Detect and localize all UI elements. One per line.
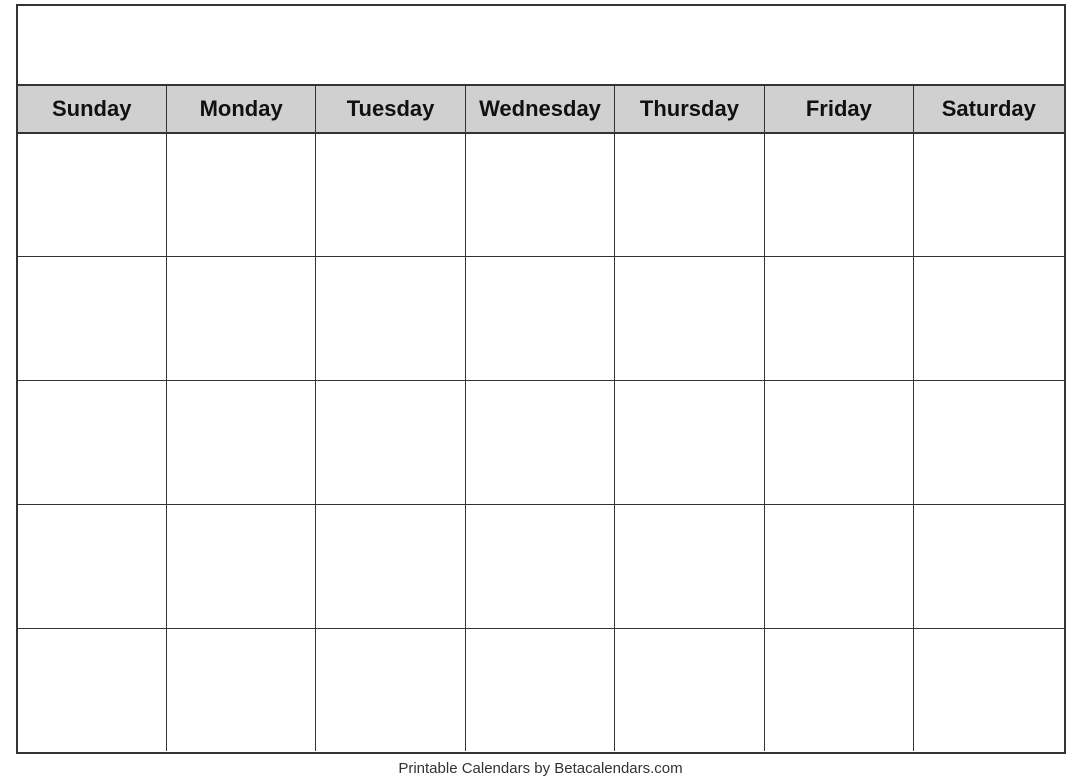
day-cell [914, 381, 1063, 504]
day-cell [615, 629, 764, 752]
day-cell [466, 505, 615, 628]
day-cell [914, 629, 1063, 752]
calendar-footer: Printable Calendars by Betacalendars.com [398, 754, 682, 779]
day-cell [18, 257, 167, 380]
day-cell [466, 381, 615, 504]
day-cell [765, 505, 914, 628]
day-cell [466, 134, 615, 257]
day-header: Saturday [914, 86, 1063, 132]
day-cell [765, 134, 914, 257]
calendar: SundayMondayTuesdayWednesdayThursdayFrid… [16, 4, 1066, 754]
day-cell [18, 134, 167, 257]
day-cell [18, 505, 167, 628]
calendar-grid: SundayMondayTuesdayWednesdayThursdayFrid… [18, 86, 1064, 752]
week-row [18, 134, 1064, 258]
day-cell [765, 629, 914, 752]
day-cell [914, 257, 1063, 380]
day-header: Friday [765, 86, 914, 132]
day-header: Thursday [615, 86, 764, 132]
day-cell [316, 134, 465, 257]
day-cell [466, 257, 615, 380]
day-cell [167, 381, 316, 504]
day-header: Monday [167, 86, 316, 132]
day-cell [765, 257, 914, 380]
day-cell [466, 629, 615, 752]
day-cell [615, 134, 764, 257]
day-cell [615, 381, 764, 504]
day-cell [316, 505, 465, 628]
day-cell [316, 257, 465, 380]
day-header: Wednesday [466, 86, 615, 132]
day-cell [18, 381, 167, 504]
day-cell [167, 134, 316, 257]
weeks-container [18, 134, 1064, 752]
week-row [18, 629, 1064, 752]
week-row [18, 257, 1064, 381]
day-cell [615, 257, 764, 380]
day-cell [765, 381, 914, 504]
calendar-title [18, 6, 1064, 86]
day-header: Sunday [18, 86, 167, 132]
week-row [18, 505, 1064, 629]
day-cell [316, 381, 465, 504]
day-cell [914, 505, 1063, 628]
day-cell [167, 257, 316, 380]
day-cell [18, 629, 167, 752]
day-cell [914, 134, 1063, 257]
day-cell [615, 505, 764, 628]
day-header: Tuesday [316, 86, 465, 132]
day-cell [167, 629, 316, 752]
day-headers-row: SundayMondayTuesdayWednesdayThursdayFrid… [18, 86, 1064, 134]
week-row [18, 381, 1064, 505]
day-cell [167, 505, 316, 628]
day-cell [316, 629, 465, 752]
